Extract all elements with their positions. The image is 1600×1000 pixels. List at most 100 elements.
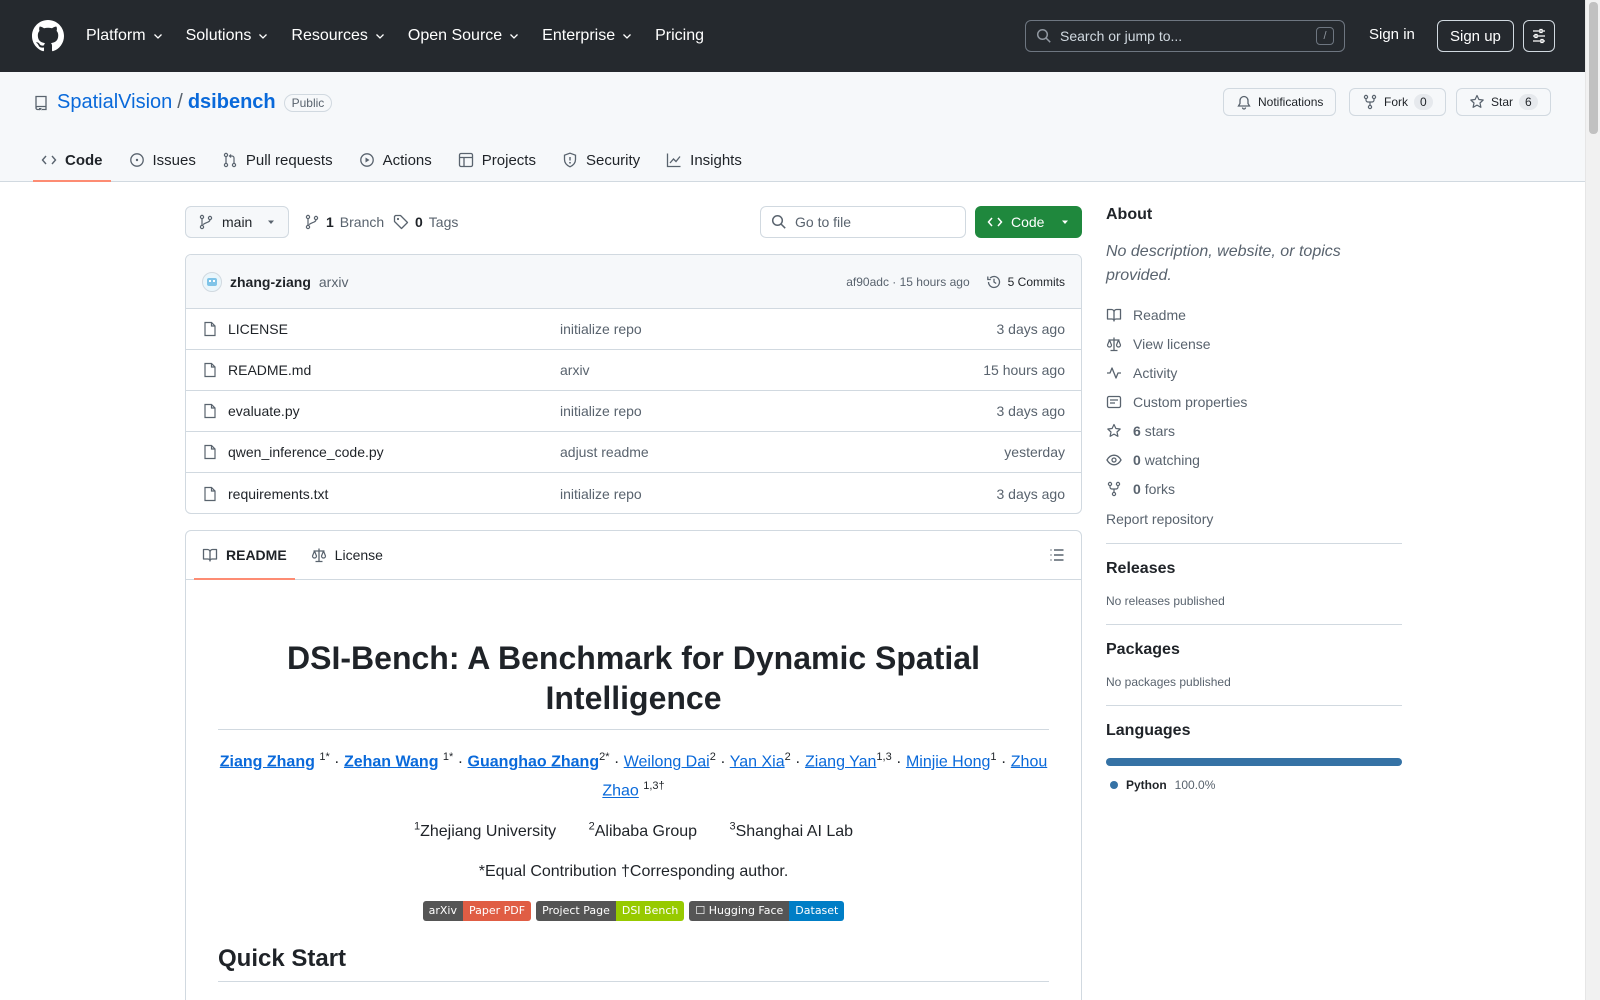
author-list: Ziang Zhang 1* · Zehan Wang 1* · Guangha… (219, 751, 1048, 800)
branch-selector[interactable]: main (185, 206, 289, 238)
packages-empty-text: No packages published (1106, 675, 1231, 689)
fork-button[interactable]: Fork 0 (1349, 88, 1446, 116)
file-commit-message[interactable]: initialize repo (560, 403, 642, 419)
tab-license[interactable]: License (303, 531, 391, 579)
book-icon (1106, 308, 1122, 322)
readme-link[interactable]: Readme (1106, 300, 1402, 329)
repo-owner-link[interactable]: SpatialVision (57, 91, 172, 114)
activity-link[interactable]: Activity (1106, 358, 1402, 387)
author-link[interactable]: Weilong Dai (624, 753, 710, 770)
file-commit-message[interactable]: initialize repo (560, 321, 642, 337)
sign-up-button[interactable]: Sign up (1437, 20, 1514, 52)
repo-name-link[interactable]: dsibench (188, 91, 276, 114)
fork-count: 0 (1414, 94, 1433, 110)
page-scrollbar[interactable] (1585, 0, 1600, 1000)
code-dropdown-button[interactable]: Code (975, 206, 1082, 238)
arxiv-badge[interactable]: arXiv Paper PDF (422, 900, 532, 921)
caret-down-icon (1062, 220, 1068, 224)
file-commit-date: 3 days ago (996, 403, 1066, 419)
file-commit-message[interactable]: initialize repo (560, 486, 642, 502)
tab-projects[interactable]: Projects (450, 138, 544, 182)
tab-readme[interactable]: README (194, 531, 295, 580)
file-name-link[interactable]: requirements.txt (228, 486, 560, 502)
search-input[interactable]: Search or jump to... / (1025, 20, 1345, 52)
eye-icon (1106, 454, 1122, 465)
report-repository-link[interactable]: Report repository (1106, 511, 1402, 527)
graph-icon (667, 153, 681, 168)
file-commit-message[interactable]: adjust readme (560, 444, 649, 460)
file-name-link[interactable]: qwen_inference_code.py (228, 444, 560, 460)
scrollbar-thumb[interactable] (1589, 2, 1598, 134)
stars-link[interactable]: 6 stars (1106, 416, 1402, 445)
repo-title: SpatialVision / dsibench Public (33, 91, 333, 114)
star-count: 6 (1519, 94, 1538, 110)
nav-solutions[interactable]: Solutions (186, 27, 270, 45)
search-icon (1036, 28, 1051, 43)
hugging-face-badge[interactable]: ☐ Hugging Face Dataset (689, 900, 845, 921)
avatar[interactable] (202, 271, 222, 292)
fork-icon (1363, 94, 1377, 110)
github-logo-icon[interactable] (32, 20, 64, 52)
nav-platform[interactable]: Platform (86, 27, 164, 45)
star-icon (1470, 94, 1484, 108)
branches-link[interactable]: 1 Branch (304, 214, 384, 230)
file-name-link[interactable]: LICENSE (228, 321, 560, 337)
tab-issues[interactable]: Issues (121, 138, 204, 182)
releases-heading[interactable]: Releases (1106, 560, 1402, 578)
file-icon (204, 486, 216, 501)
author-link[interactable]: Yan Xia (730, 753, 785, 770)
language-item[interactable]: Python 100.0% (1106, 778, 1402, 792)
menu-button[interactable] (1523, 20, 1555, 52)
commit-message[interactable]: arxiv (319, 274, 349, 290)
forks-link[interactable]: 0 forks (1106, 474, 1402, 503)
latest-commit-bar: zhang-ziang arxiv af90adc · 15 hours ago… (186, 255, 1081, 309)
fork-icon (1107, 481, 1121, 496)
project-page-badge[interactable]: Project Page DSI Bench (536, 900, 685, 921)
tab-pull-requests[interactable]: Pull requests (214, 138, 341, 182)
author-link[interactable]: Minjie Hong (906, 753, 990, 770)
watching-link[interactable]: 0 watching (1106, 445, 1402, 474)
outline-list-icon[interactable] (1049, 547, 1065, 563)
commits-link[interactable]: 5 Commits (986, 274, 1065, 290)
table-row: requirements.txt initialize repo 3 days … (186, 473, 1081, 513)
file-table: zhang-ziang arxiv af90adc · 15 hours ago… (185, 254, 1082, 514)
author-link[interactable]: Ziang Yan (805, 753, 876, 770)
global-header: Platform Solutions Resources Open Source… (0, 0, 1585, 72)
packages-heading[interactable]: Packages (1106, 641, 1402, 659)
divider (1106, 705, 1402, 706)
author-link[interactable]: Guanghao Zhang (468, 753, 600, 770)
play-circle-icon (359, 153, 374, 167)
notifications-button[interactable]: Notifications (1223, 88, 1337, 116)
sidebar: About No description, website, or topics… (1106, 206, 1402, 792)
nav-open-source[interactable]: Open Source (408, 27, 520, 45)
custom-properties-link[interactable]: Custom properties (1106, 387, 1402, 416)
note-icon (1106, 395, 1122, 408)
caret-down-icon (268, 220, 274, 224)
tab-security[interactable]: Security (554, 138, 648, 182)
repo-separator: / (177, 91, 183, 113)
tab-actions[interactable]: Actions (351, 138, 440, 182)
readme-content: DSI-Bench: A Benchmark for Dynamic Spati… (186, 638, 1081, 982)
contribution-note: *Equal Contribution †Corresponding autho… (478, 862, 789, 880)
file-name-link[interactable]: evaluate.py (228, 403, 560, 419)
sign-in-link[interactable]: Sign in (1369, 26, 1415, 43)
author-link[interactable]: Zehan Wang (344, 753, 439, 770)
repo-icon (35, 95, 47, 110)
tags-link[interactable]: 0 Tags (393, 214, 458, 230)
commit-author[interactable]: zhang-ziang (230, 274, 311, 290)
author-link[interactable]: Ziang Zhang (220, 753, 315, 770)
star-button[interactable]: Star 6 (1456, 88, 1551, 116)
file-commit-date: 15 hours ago (983, 362, 1065, 378)
commit-hash-time[interactable]: af90adc · 15 hours ago (846, 275, 969, 289)
file-commit-message[interactable]: arxiv (560, 362, 590, 378)
nav-pricing[interactable]: Pricing (655, 27, 704, 45)
file-commit-date: 3 days ago (996, 485, 1066, 502)
nav-enterprise[interactable]: Enterprise (542, 27, 633, 45)
tab-code[interactable]: Code (33, 138, 111, 182)
view-license-link[interactable]: View license (1106, 329, 1402, 358)
divider (1106, 543, 1402, 544)
tab-insights[interactable]: Insights (658, 138, 750, 182)
go-to-file-input[interactable]: Go to file (760, 206, 966, 238)
file-name-link[interactable]: README.md (228, 362, 560, 378)
nav-resources[interactable]: Resources (291, 27, 385, 45)
